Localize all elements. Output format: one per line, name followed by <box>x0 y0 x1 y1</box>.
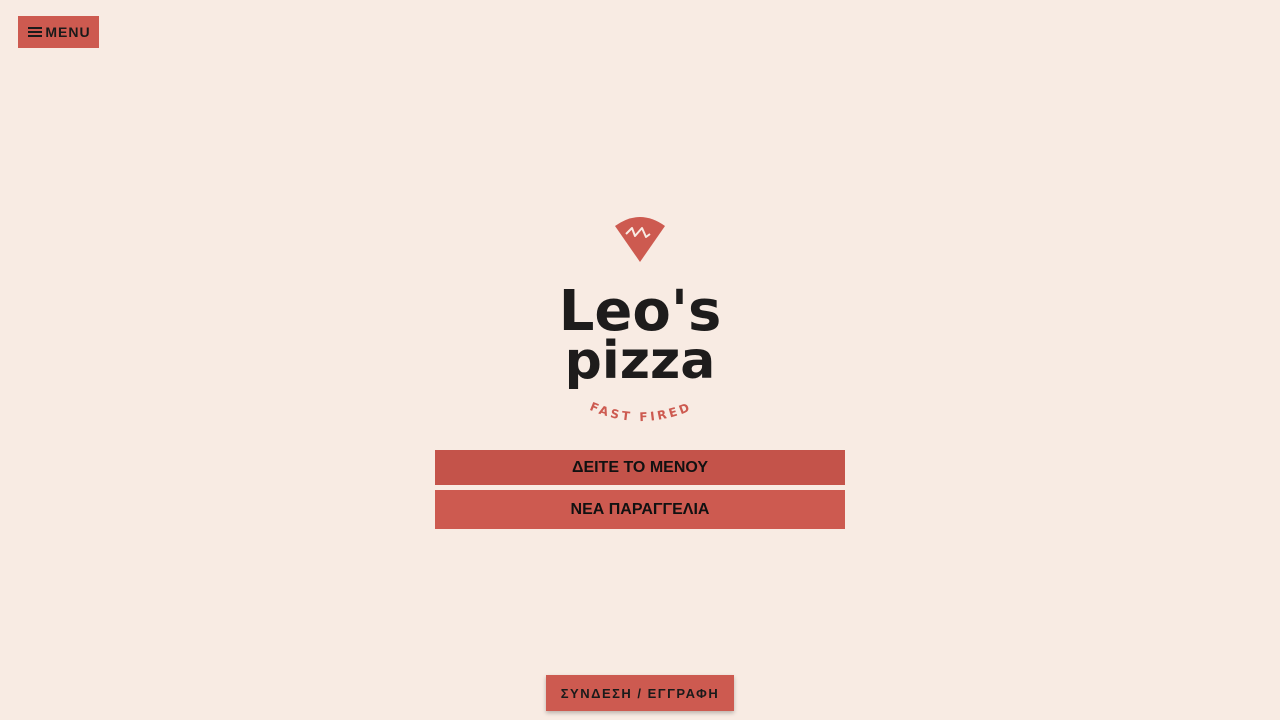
hamburger-icon <box>28 27 43 37</box>
logo-tagline: FAST FIRED <box>588 399 694 424</box>
logo-wordmark: Leo's pizza <box>560 279 720 391</box>
menu-button-label: MENU <box>45 24 91 40</box>
landing-page: MENU Leo's pizza FAST FIRED ΔΕΙΤΕ ΤΟ ΜΕΝ… <box>0 0 1280 720</box>
leos-pizza-logo: Leo's pizza FAST FIRED <box>560 210 720 435</box>
login-register-button[interactable]: ΣΥΝΔΕΣΗ / ΕΓΓΡΑΦΗ <box>546 675 734 711</box>
view-menu-button[interactable]: ΔΕΙΤΕ ΤΟ ΜΕΝΟΥ <box>435 450 845 485</box>
new-order-button[interactable]: ΝΕΑ ΠΑΡΑΓΓΕΛΙΑ <box>435 490 845 529</box>
pizza-slice-icon <box>615 217 665 262</box>
menu-button[interactable]: MENU <box>18 16 99 48</box>
logo-wordmark-line2: pizza <box>565 331 716 391</box>
